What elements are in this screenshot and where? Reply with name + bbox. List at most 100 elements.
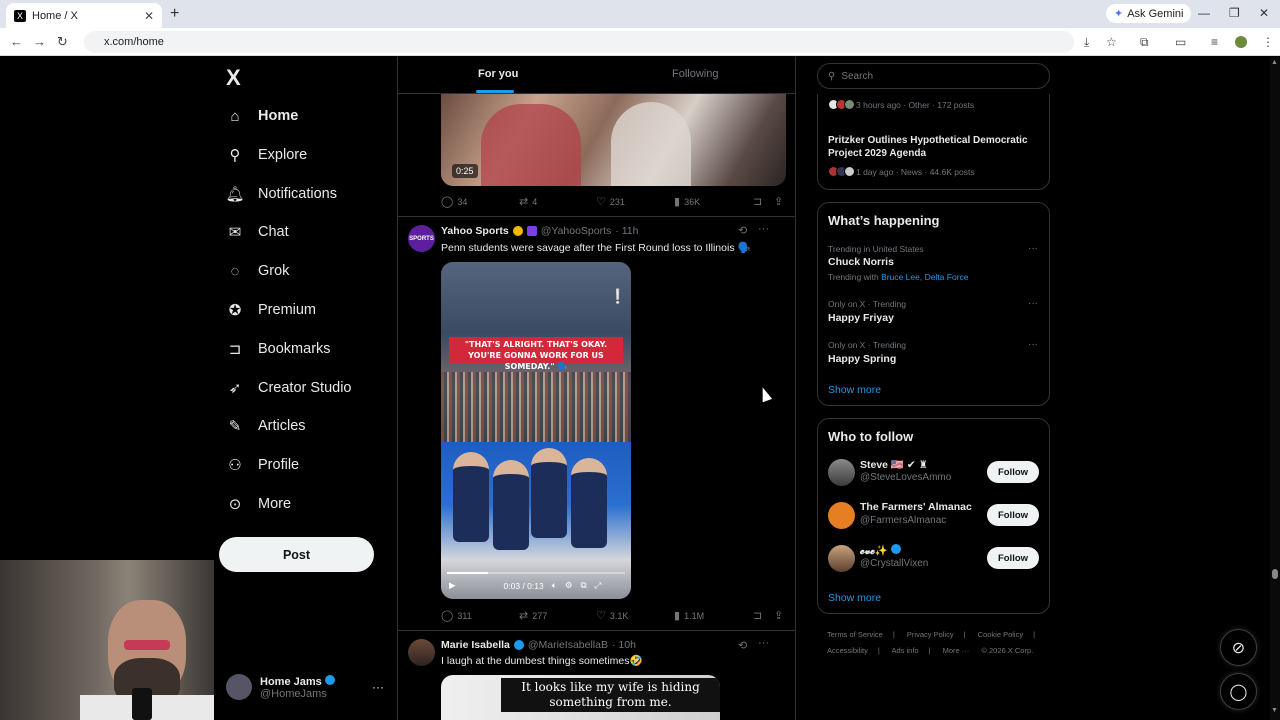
- trend-item[interactable]: Chuck Norris: [828, 256, 894, 268]
- volume-icon[interactable]: 🔈︎: [552, 580, 557, 591]
- bookmark-button[interactable]: ⊐: [753, 195, 762, 208]
- grok-icon[interactable]: ⟲: [738, 224, 747, 237]
- post-button[interactable]: Post: [219, 537, 374, 572]
- minimize-icon[interactable]: —: [1198, 6, 1210, 20]
- tweet-video[interactable]: "THAT'S ALRIGHT. THAT'S OKAY. YOU'RE GON…: [441, 262, 631, 599]
- more-dots-icon[interactable]: ···: [372, 680, 384, 694]
- scroll-thumb[interactable]: [1272, 569, 1278, 579]
- like-button[interactable]: ♡ 231: [596, 195, 625, 208]
- nav-item-creator-studio[interactable]: ➶ Creator Studio: [226, 374, 352, 402]
- settings-icon[interactable]: ⚙: [565, 580, 573, 591]
- views-button[interactable]: ▮ 1.1M: [674, 609, 704, 622]
- x-logo[interactable]: X: [226, 65, 241, 91]
- video-caption: It looks like my wife is hiding somethin…: [501, 678, 720, 712]
- close-window-icon[interactable]: ✕: [1259, 6, 1269, 20]
- trend-item[interactable]: Happy Spring: [828, 353, 896, 365]
- ask-gemini-button[interactable]: ✦ Ask Gemini: [1106, 4, 1192, 23]
- menu-icon[interactable]: ⋮: [1262, 35, 1274, 49]
- grok-icon[interactable]: ⟲: [738, 639, 747, 652]
- nav-item-chat[interactable]: ✉ Chat: [226, 218, 289, 246]
- follow-suggestion[interactable]: The Farmers' Almanac @FarmersAlmanac Fol…: [828, 500, 1041, 532]
- more-dots-icon[interactable]: ···: [758, 223, 769, 235]
- author-name[interactable]: Marie Isabella: [441, 639, 510, 651]
- whats-happening-card: What’s happening Trending in United Stat…: [817, 202, 1050, 406]
- sidepanel-icon[interactable]: ▭: [1175, 35, 1186, 49]
- nav-item-more[interactable]: ⊙ More: [226, 490, 291, 518]
- account-switcher[interactable]: Home Jams @HomeJams ···: [226, 674, 384, 700]
- play-icon[interactable]: ▶: [449, 580, 456, 591]
- more-dots-icon[interactable]: ···: [1028, 298, 1038, 309]
- extensions-icon[interactable]: ⧉: [1140, 35, 1149, 50]
- more-dots-icon[interactable]: ···: [1028, 339, 1038, 350]
- nav-item-articles[interactable]: ✎ Articles: [226, 412, 306, 440]
- tweet-video[interactable]: It looks like my wife is hiding somethin…: [441, 675, 720, 720]
- tab-following[interactable]: Following: [672, 68, 718, 80]
- views-button[interactable]: ▮ 36K: [674, 195, 700, 208]
- nav-item-grok[interactable]: ◌ Grok: [226, 257, 290, 285]
- grok-float-button[interactable]: ⊘: [1220, 629, 1257, 666]
- more-dots-icon[interactable]: ···: [758, 637, 769, 649]
- bookmark-star-icon[interactable]: ☆: [1106, 35, 1117, 49]
- avatar[interactable]: SPORTS: [408, 225, 435, 252]
- bookmark-button[interactable]: ⊐: [753, 609, 762, 622]
- reply-button[interactable]: ◯ 311: [441, 609, 472, 622]
- nav-item-notifications[interactable]: 🔔︎ Notifications: [225, 180, 337, 208]
- tab-title: Home / X: [32, 9, 78, 22]
- address-bar[interactable]: x.com/home: [84, 31, 1074, 53]
- video-progress[interactable]: [447, 572, 625, 574]
- repost-button[interactable]: ⇄ 277: [519, 609, 547, 622]
- pip-icon[interactable]: ⧉: [580, 580, 586, 591]
- back-icon[interactable]: ←: [10, 34, 23, 49]
- repost-button[interactable]: ⇄ 4: [519, 195, 537, 208]
- close-tab-icon[interactable]: ✕: [144, 9, 154, 23]
- reload-icon[interactable]: ↻: [57, 34, 68, 50]
- search-input[interactable]: ⚲ Search: [817, 63, 1050, 89]
- new-tab-icon[interactable]: +: [170, 5, 179, 23]
- install-app-icon[interactable]: ⤓: [1084, 35, 1089, 50]
- chat-float-button[interactable]: ◯: [1220, 673, 1257, 710]
- nav-item-premium[interactable]: ✪ Premium: [226, 296, 316, 324]
- footer-link[interactable]: Cookie Policy: [978, 630, 1023, 639]
- like-button[interactable]: ♡ 3.1K: [596, 609, 628, 622]
- forward-icon[interactable]: →: [33, 34, 46, 49]
- tweet-video[interactable]: 0:25: [441, 94, 786, 186]
- follow-button[interactable]: Follow: [987, 504, 1039, 526]
- media-icon[interactable]: ≡: [1211, 35, 1218, 49]
- nav-item-bookmarks[interactable]: ⊐ Bookmarks: [226, 335, 331, 363]
- share-button[interactable]: ⇪: [774, 195, 783, 208]
- profile-avatar-icon[interactable]: [1235, 36, 1247, 48]
- footer-link[interactable]: Accessibility: [827, 646, 868, 655]
- gemini-icon: ✦: [1114, 8, 1124, 20]
- follow-suggestion[interactable]: Steve 🇺🇸 ✔ ♜ @SteveLovesAmmo Follow: [828, 457, 1041, 489]
- reply-button[interactable]: ◯ 34: [441, 195, 467, 208]
- footer-link[interactable]: Privacy Policy: [907, 630, 954, 639]
- footer-link[interactable]: Terms of Service: [827, 630, 883, 639]
- footer-link[interactable]: Ads info: [891, 646, 918, 655]
- restore-icon[interactable]: ❐: [1229, 6, 1240, 20]
- browser-tab[interactable]: X Home / X ✕: [6, 3, 162, 28]
- show-more-link[interactable]: Show more: [828, 592, 881, 604]
- follow-button[interactable]: Follow: [987, 461, 1039, 483]
- follow-button[interactable]: Follow: [987, 547, 1039, 569]
- tab-for-you[interactable]: For you: [478, 68, 518, 80]
- nav-item-explore[interactable]: ⚲ Explore: [226, 141, 308, 169]
- tweet-time[interactable]: · 11h: [615, 225, 638, 237]
- tweet-time[interactable]: · 10h: [612, 639, 636, 651]
- author-handle[interactable]: @MarieIsabellaB: [528, 639, 608, 651]
- trend-item[interactable]: Happy Friyay: [828, 312, 894, 324]
- avatar[interactable]: [408, 639, 435, 666]
- show-more-link[interactable]: Show more: [828, 384, 881, 396]
- nav-item-home[interactable]: ⌂ Home: [226, 102, 298, 130]
- share-button[interactable]: ⇪: [774, 609, 783, 622]
- news-headline[interactable]: Pritzker Outlines Hypothetical Democrati…: [828, 134, 1043, 160]
- more-dots-icon[interactable]: ···: [1028, 243, 1038, 254]
- page-scrollbar[interactable]: ▲ ▼: [1270, 57, 1280, 720]
- follow-suggestion[interactable]: 𝓮𝓿𝓮✨ @CrystallVixen Follow: [828, 543, 1041, 575]
- mail-icon: ✉: [228, 224, 242, 241]
- fullscreen-icon[interactable]: ⤢: [595, 580, 602, 591]
- author-handle[interactable]: @YahooSports: [541, 225, 612, 237]
- trend-link[interactable]: Bruce Lee, Delta Force: [881, 272, 968, 282]
- footer-link[interactable]: More ···: [943, 646, 970, 655]
- author-name[interactable]: Yahoo Sports: [441, 225, 509, 237]
- nav-item-profile[interactable]: ⚇ Profile: [226, 451, 299, 479]
